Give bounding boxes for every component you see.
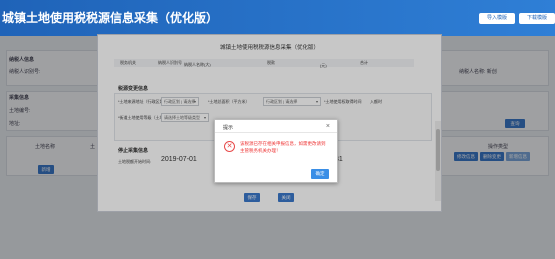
alert-message-line1: 该税源已存在相关申报信息，如需更改请到 xyxy=(240,141,326,146)
error-x-icon: ✕ xyxy=(224,141,235,152)
alert-message-line2: 主管税务机关办理！ xyxy=(240,148,281,153)
app-title: 城镇土地使用税税源信息采集（优化版） xyxy=(2,11,219,25)
download-template-button[interactable]: 下载模版 xyxy=(519,13,555,24)
import-template-button[interactable]: 导入模版 xyxy=(479,13,515,24)
alert-header xyxy=(215,120,337,133)
alert-title: 提示 xyxy=(223,125,234,131)
app-header: 城镇土地使用税税源信息采集（优化版） 导入模版 下载模版 xyxy=(0,0,555,36)
close-icon[interactable]: × xyxy=(326,122,330,131)
confirm-button[interactable]: 确定 xyxy=(311,169,329,179)
alert-dialog: 提示 × ✕ 该税源已存在相关申报信息，如需更改请到 主管税务机关办理！ 确定 xyxy=(214,119,338,183)
